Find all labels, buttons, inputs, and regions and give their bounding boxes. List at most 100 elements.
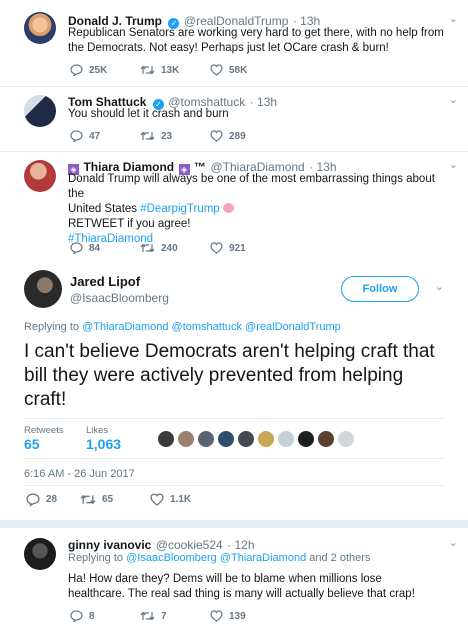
retweet-button[interactable]: 240: [140, 242, 210, 254]
reply-icon: [70, 610, 83, 622]
reply-button[interactable]: 47: [70, 130, 140, 142]
liker-avatar[interactable]: [158, 431, 174, 447]
hashtag-link[interactable]: #DearpigTrump: [140, 203, 219, 215]
tweet-text: Donald Trump will always be one of the m…: [68, 172, 448, 247]
pig-emoji-icon: [222, 203, 234, 213]
reply-to-links[interactable]: @ThiaraDiamond @tomshattuck @realDonaldT…: [82, 321, 341, 333]
liker-avatar[interactable]: [218, 431, 234, 447]
retweet-count: 65: [102, 494, 114, 505]
tweet-text-line: Donald Trump will always be one of the m…: [68, 173, 435, 200]
liker-avatar[interactable]: [338, 431, 354, 447]
tweet-text-line: United States #DearpigTrump: [68, 202, 448, 217]
tweet-timestamp[interactable]: 6:16 AM - 26 Jun 2017: [24, 468, 135, 480]
retweet-count: 13K: [161, 64, 180, 76]
reply-count: 84: [89, 242, 101, 254]
avatar[interactable]: [24, 12, 56, 44]
reply-icon: [26, 493, 40, 506]
like-icon: [150, 493, 164, 506]
like-button[interactable]: 289: [210, 130, 280, 142]
divider: [24, 418, 444, 419]
like-icon: [210, 130, 223, 142]
author-handle[interactable]: @cookie524: [156, 538, 223, 552]
avatar[interactable]: [24, 538, 56, 570]
retweet-button[interactable]: 65: [80, 493, 150, 506]
reply-icon: [70, 64, 83, 76]
retweet-icon: [140, 611, 155, 621]
likes-value: 1,063: [86, 436, 122, 452]
divider: [0, 151, 468, 152]
reply-count: 25K: [89, 64, 108, 76]
retweets-stat[interactable]: Retweets 65: [24, 425, 64, 452]
replying-to: Replying to @IsaacBloomberg @ThiaraDiamo…: [68, 552, 370, 564]
retweets-label: Retweets: [24, 425, 64, 436]
like-icon: [210, 610, 223, 622]
divider: [0, 86, 468, 87]
retweet-count: 7: [161, 610, 167, 622]
like-button[interactable]: 58K: [210, 64, 280, 76]
retweet-button[interactable]: 23: [140, 130, 210, 142]
tweet-actions: 28 65 1.1K: [26, 493, 220, 506]
avatar[interactable]: [24, 95, 56, 127]
retweet-icon: [140, 131, 155, 141]
reply-button[interactable]: 8: [70, 610, 140, 622]
like-icon: [210, 242, 223, 254]
replying-to-label: Replying to: [24, 321, 80, 333]
liker-avatar[interactable]: [258, 431, 274, 447]
tweet-reply[interactable]: ginny ivanovic @cookie524 · 12h ⌄ Replyi…: [0, 528, 468, 629]
avatar[interactable]: [24, 160, 56, 192]
likes-label: Likes: [86, 425, 109, 436]
tweet-actions: 47 23 289: [70, 130, 280, 142]
chevron-down-icon[interactable]: ⌄: [449, 158, 458, 171]
retweet-button[interactable]: 7: [140, 610, 210, 622]
follow-button[interactable]: Follow: [341, 276, 419, 302]
tweet-actions: 8 7 139: [70, 610, 280, 622]
liker-avatar[interactable]: [318, 431, 334, 447]
author-handle[interactable]: @IsaacBloomberg: [70, 291, 169, 305]
retweet-icon: [140, 243, 155, 253]
retweet-count: 240: [161, 242, 178, 254]
author-name[interactable]: ginny ivanovic: [68, 538, 151, 552]
author-name[interactable]: Jared Lipof: [70, 274, 140, 289]
like-count: 139: [229, 610, 246, 622]
tweet-actions: 25K 13K 58K: [70, 64, 280, 76]
chevron-down-icon[interactable]: ⌄: [449, 93, 458, 106]
reply-icon: [70, 242, 83, 254]
divider: [24, 458, 444, 459]
reply-to-links[interactable]: @IsaacBloomberg @ThiaraDiamond: [126, 552, 306, 564]
reply-to-others[interactable]: and 2 others: [309, 552, 370, 564]
avatar[interactable]: [24, 270, 62, 308]
section-separator: [0, 520, 468, 528]
tweet-actions: 84 240 921: [70, 242, 280, 254]
reply-button[interactable]: 25K: [70, 64, 140, 76]
liker-avatar[interactable]: [198, 431, 214, 447]
like-count: 921: [229, 242, 246, 254]
liker-avatar[interactable]: [298, 431, 314, 447]
reply-icon: [70, 130, 83, 142]
retweet-count: 23: [161, 130, 173, 142]
replying-to: Replying to @ThiaraDiamond @tomshattuck …: [24, 321, 341, 333]
likes-stat[interactable]: Likes 1,063: [86, 425, 121, 452]
like-button[interactable]: 139: [210, 610, 280, 622]
tweet-text: Ha! How dare they? Dems will be to blame…: [68, 573, 415, 600]
liker-avatar[interactable]: [238, 431, 254, 447]
like-button[interactable]: 921: [210, 242, 280, 254]
liker-avatar[interactable]: [178, 431, 194, 447]
chevron-down-icon[interactable]: ⌄: [449, 536, 458, 549]
like-icon: [210, 64, 223, 76]
retweet-icon: [140, 65, 155, 75]
tweet-text: You should let it crash and burn: [68, 108, 229, 120]
reply-count: 8: [89, 610, 95, 622]
like-count: 1.1K: [170, 494, 192, 505]
chevron-down-icon[interactable]: ⌄: [435, 280, 444, 293]
liker-avatar[interactable]: [278, 431, 294, 447]
like-count: 58K: [229, 64, 248, 76]
reply-count: 28: [46, 494, 58, 505]
chevron-down-icon[interactable]: ⌄: [449, 12, 458, 25]
reply-button[interactable]: 28: [26, 493, 80, 506]
tweet-time[interactable]: · 12h: [227, 538, 254, 552]
reply-count: 47: [89, 130, 101, 142]
main-tweet-text: I can't believe Democrats aren't helping…: [24, 341, 435, 410]
reply-button[interactable]: 84: [70, 242, 140, 254]
retweet-button[interactable]: 13K: [140, 64, 210, 76]
like-button[interactable]: 1.1K: [150, 493, 220, 506]
